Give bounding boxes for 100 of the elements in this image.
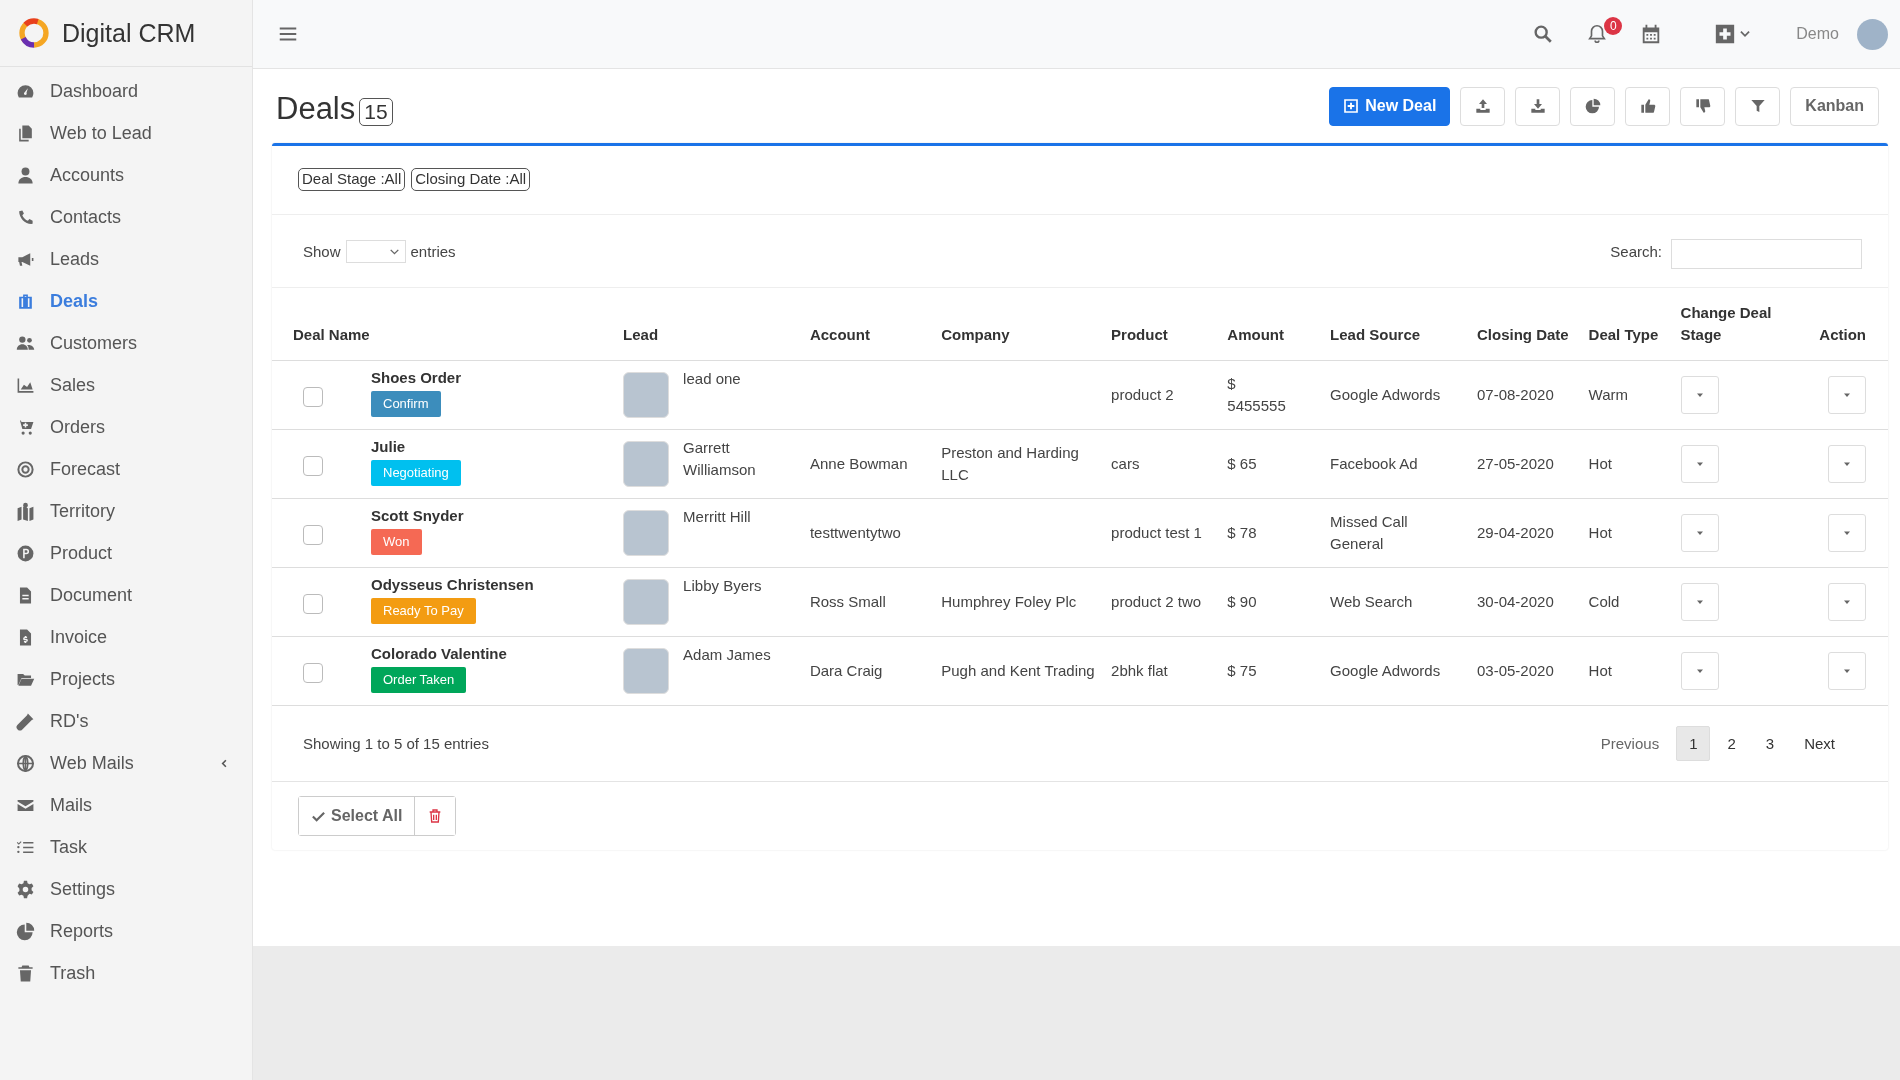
sidebar-item[interactable]: Forecast bbox=[0, 448, 252, 490]
pagination-link[interactable]: Previous bbox=[1587, 726, 1673, 761]
stage-dropdown-button[interactable] bbox=[1680, 583, 1719, 621]
report-button[interactable] bbox=[1570, 86, 1616, 126]
filter-tag[interactable]: Closing Date :All bbox=[411, 168, 531, 191]
ring-logo-icon bbox=[18, 17, 50, 49]
user-icon bbox=[16, 165, 35, 185]
table-cell: testtwentytwo bbox=[809, 524, 901, 541]
filter-button[interactable] bbox=[1735, 86, 1781, 126]
table-cell: Warm bbox=[1588, 386, 1628, 403]
table-cell: Facebook Ad bbox=[1330, 455, 1418, 472]
sidebar-item[interactable]: Orders bbox=[0, 406, 252, 448]
stage-dropdown-button[interactable] bbox=[1680, 445, 1719, 483]
sidebar-item[interactable]: Web Mails bbox=[0, 742, 252, 784]
settings-icon bbox=[16, 879, 35, 899]
sidebar-item[interactable]: RD's bbox=[0, 700, 252, 742]
sidebar-item[interactable]: Sales bbox=[0, 364, 252, 406]
table-cell: 07-08-2020 bbox=[1477, 386, 1554, 403]
action-dropdown-button[interactable] bbox=[1828, 583, 1866, 621]
row-checkbox[interactable] bbox=[303, 456, 323, 476]
deal-name-link[interactable]: Odysseus Christensen bbox=[371, 574, 534, 596]
action-dropdown-button[interactable] bbox=[1828, 376, 1866, 414]
stage-label: Won bbox=[371, 529, 422, 555]
lead-name: Libby Byers bbox=[683, 576, 762, 596]
pie-chart-icon bbox=[1584, 98, 1601, 114]
sidebar-item[interactable]: Leads bbox=[0, 238, 252, 280]
upload-icon bbox=[1474, 98, 1491, 114]
row-checkbox[interactable] bbox=[303, 525, 323, 545]
page-button[interactable]: 1 bbox=[1676, 726, 1711, 761]
sidebar-item[interactable]: Territory bbox=[0, 490, 252, 532]
column-header: Closing Date bbox=[1477, 326, 1569, 343]
sidebar-item[interactable]: Product bbox=[0, 532, 252, 574]
table-cell: Hot bbox=[1588, 524, 1612, 541]
column-header: Deal Name bbox=[293, 326, 370, 343]
download-icon bbox=[1529, 98, 1546, 114]
sidebar-item[interactable]: Reports bbox=[0, 910, 252, 952]
pagination-link[interactable]: Next bbox=[1791, 726, 1848, 761]
stage-label: Confirm bbox=[371, 391, 441, 417]
column-header: Account bbox=[809, 326, 870, 343]
sidebar-item[interactable]: Contacts bbox=[0, 196, 252, 238]
deal-name-link[interactable]: Shoes Order bbox=[371, 367, 462, 389]
column-header: Lead Source bbox=[1330, 326, 1421, 343]
export-button[interactable] bbox=[1515, 86, 1561, 126]
lead-name: Merritt Hill bbox=[683, 507, 751, 527]
won-button[interactable] bbox=[1625, 86, 1671, 126]
sidebar-item[interactable]: Document bbox=[0, 574, 252, 616]
deal-name-link[interactable]: Scott Snyder bbox=[371, 505, 464, 527]
p-circle-icon bbox=[16, 543, 35, 563]
table-cell: 03-05-2020 bbox=[1477, 662, 1554, 679]
sidebar-item[interactable]: Settings bbox=[0, 868, 252, 910]
search-label: Search: bbox=[1610, 242, 1662, 260]
brand-name: Digital CRM bbox=[62, 18, 196, 48]
row-checkbox[interactable] bbox=[303, 594, 323, 614]
delete-button[interactable] bbox=[414, 797, 456, 835]
table-cell-text: 2bhk flat bbox=[1111, 661, 1168, 681]
table-cell-text: $ 65 bbox=[1227, 454, 1257, 474]
deal-name-link[interactable]: Julie bbox=[371, 436, 406, 458]
target-icon bbox=[16, 459, 35, 479]
deal-name-link[interactable]: Colorado Valentine bbox=[371, 643, 507, 665]
table-cell-text: $ 75 bbox=[1227, 661, 1257, 681]
sidebar-item[interactable]: Customers bbox=[0, 322, 252, 364]
row-checkbox[interactable] bbox=[303, 387, 323, 407]
sidebar-item[interactable]: Task bbox=[0, 826, 252, 868]
stage-dropdown-button[interactable] bbox=[1680, 514, 1719, 552]
sidebar-item[interactable]: Projects bbox=[0, 658, 252, 700]
thumbs-up-icon bbox=[1639, 98, 1656, 114]
sidebar-item[interactable]: Dashboard bbox=[0, 70, 252, 112]
lead-name: lead one bbox=[683, 369, 741, 389]
action-dropdown-button[interactable] bbox=[1828, 652, 1866, 690]
entries-select[interactable] bbox=[345, 239, 406, 263]
lead-name: Garrett Williamson bbox=[683, 438, 757, 480]
page-button[interactable]: 2 bbox=[1714, 726, 1749, 761]
notification-badge: 0 bbox=[1604, 17, 1623, 35]
user-avatar[interactable] bbox=[1857, 18, 1888, 50]
stage-dropdown-button[interactable] bbox=[1680, 376, 1719, 414]
kanban-button[interactable]: Kanban bbox=[1790, 86, 1879, 126]
photo-placeholder bbox=[623, 441, 670, 487]
table-cell-text: product 2 bbox=[1111, 385, 1174, 405]
column-header: Action bbox=[1819, 326, 1866, 343]
sidebar-item[interactable]: Web to Lead bbox=[0, 112, 252, 154]
sidebar-item[interactable]: Mails bbox=[0, 784, 252, 826]
entries-info: Showing 1 to 5 of 15 entries bbox=[303, 735, 489, 752]
new-deal-button[interactable]: New Deal bbox=[1329, 86, 1451, 126]
stage-dropdown-button[interactable] bbox=[1680, 652, 1719, 690]
filter-tag[interactable]: Deal Stage :All bbox=[298, 168, 406, 191]
action-dropdown-button[interactable] bbox=[1828, 514, 1866, 552]
row-checkbox[interactable] bbox=[303, 663, 323, 683]
documents-icon bbox=[16, 123, 35, 143]
table-cell: Humphrey Foley Plc bbox=[941, 593, 1077, 610]
action-dropdown-button[interactable] bbox=[1828, 445, 1866, 483]
import-button[interactable] bbox=[1460, 86, 1506, 126]
sidebar-item[interactable]: Deals bbox=[0, 280, 252, 322]
table-cell-text: $ 90 bbox=[1227, 592, 1257, 612]
sidebar-item[interactable]: Invoice bbox=[0, 616, 252, 658]
lost-button[interactable] bbox=[1680, 86, 1726, 126]
sidebar-item[interactable]: Accounts bbox=[0, 154, 252, 196]
page-button[interactable]: 3 bbox=[1752, 726, 1788, 761]
sidebar-item[interactable]: Trash bbox=[0, 952, 252, 994]
search-field[interactable] bbox=[1671, 239, 1862, 269]
stage-label: Order Taken bbox=[371, 667, 467, 693]
